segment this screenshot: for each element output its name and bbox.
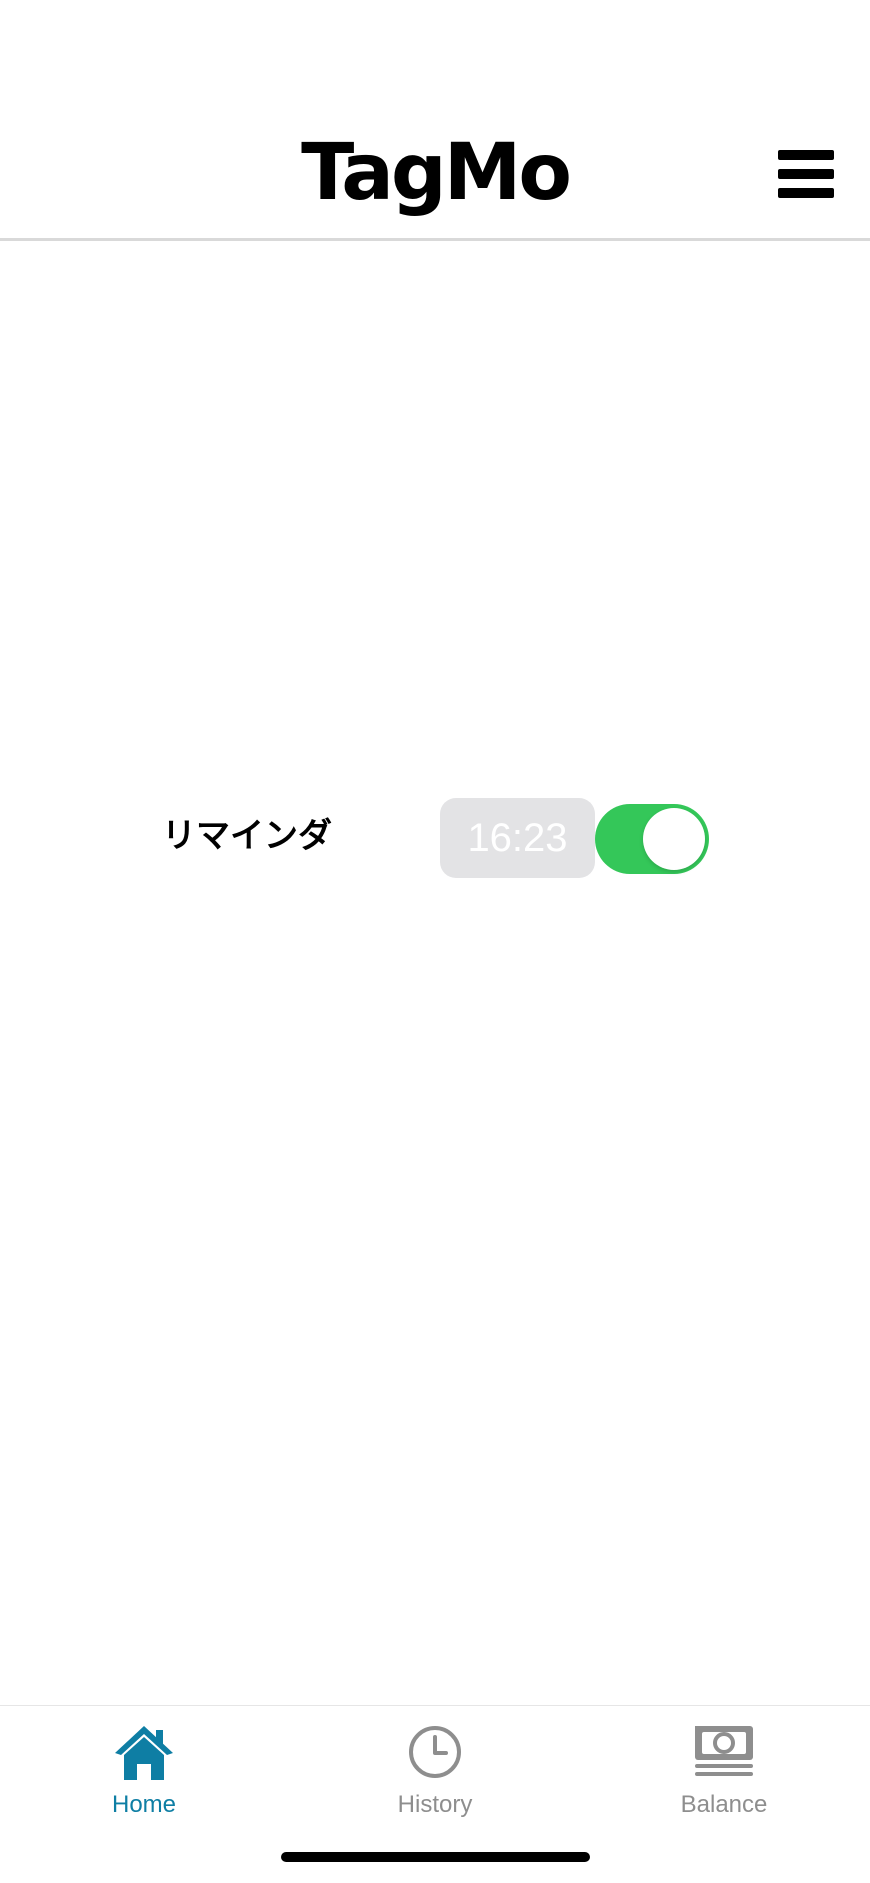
tab-balance[interactable]: Balance: [624, 1706, 824, 1826]
hamburger-menu-icon-bar: [778, 188, 834, 198]
hamburger-menu-icon-bar: [778, 169, 834, 179]
reminder-toggle[interactable]: [595, 804, 709, 874]
tab-balance-label: Balance: [680, 1791, 768, 1818]
reminder-label: リマインダ: [162, 816, 332, 856]
tab-history[interactable]: History: [335, 1706, 535, 1826]
app-header: TagMo: [0, 0, 870, 241]
home-indicator[interactable]: [281, 1852, 590, 1862]
hamburger-menu-icon: [778, 150, 834, 160]
app-title: TagMo: [301, 128, 572, 218]
reminder-row: リマインダ 16:23: [0, 796, 870, 880]
tab-history-label: History: [397, 1791, 473, 1818]
reminder-time-picker[interactable]: 16:23: [440, 798, 595, 878]
toggle-knob: [643, 808, 705, 870]
tab-home[interactable]: Home: [44, 1706, 244, 1826]
tab-home-label: Home: [111, 1791, 177, 1818]
clock-icon: [409, 1726, 461, 1778]
menu-button[interactable]: [778, 150, 836, 198]
money-icon: [695, 1726, 753, 1776]
home-icon: [115, 1726, 173, 1780]
